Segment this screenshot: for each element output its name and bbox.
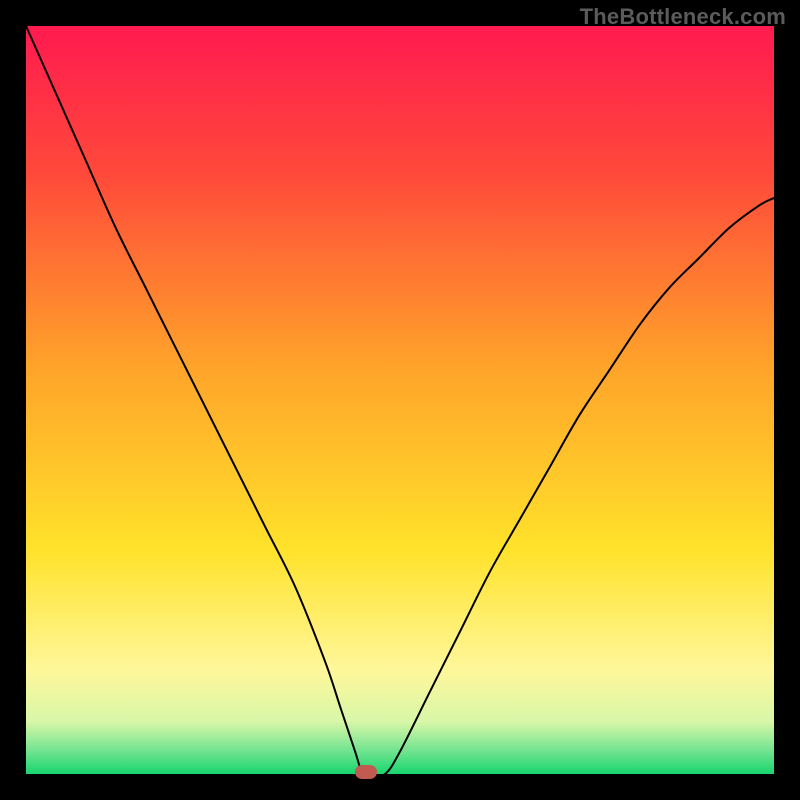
- chart-background: [26, 26, 774, 774]
- optimal-point-marker: [355, 765, 377, 779]
- plot-area: [26, 26, 774, 774]
- chart-svg: [26, 26, 774, 774]
- chart-frame: TheBottleneck.com: [0, 0, 800, 800]
